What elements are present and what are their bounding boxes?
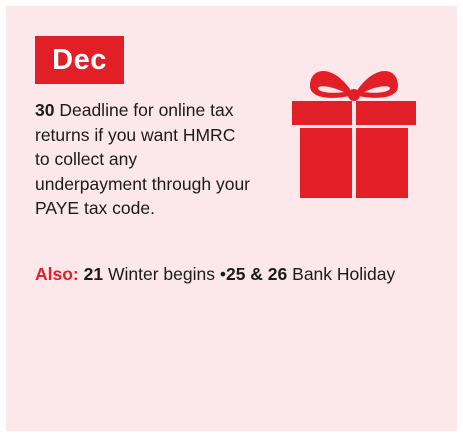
month-badge: Dec [35, 36, 124, 84]
also-line: Also: 21 Winter begins •25 & 26 Bank Hol… [35, 262, 455, 286]
deadline-date: 30 [35, 100, 55, 120]
calendar-card: Dec 30 Deadline for online tax returns i… [6, 6, 457, 431]
gift-icon [292, 70, 416, 198]
also-date-1: 21 [83, 264, 104, 284]
also-label: Also: [35, 264, 79, 284]
also-text-2: Bank Holiday [292, 264, 396, 284]
deadline-description: Deadline for online tax returns if you w… [35, 100, 250, 218]
also-date-2: 25 & 26 [225, 264, 288, 284]
also-text-1: Winter begins [107, 264, 215, 284]
deadline-text: 30 Deadline for online tax returns if yo… [35, 98, 250, 221]
